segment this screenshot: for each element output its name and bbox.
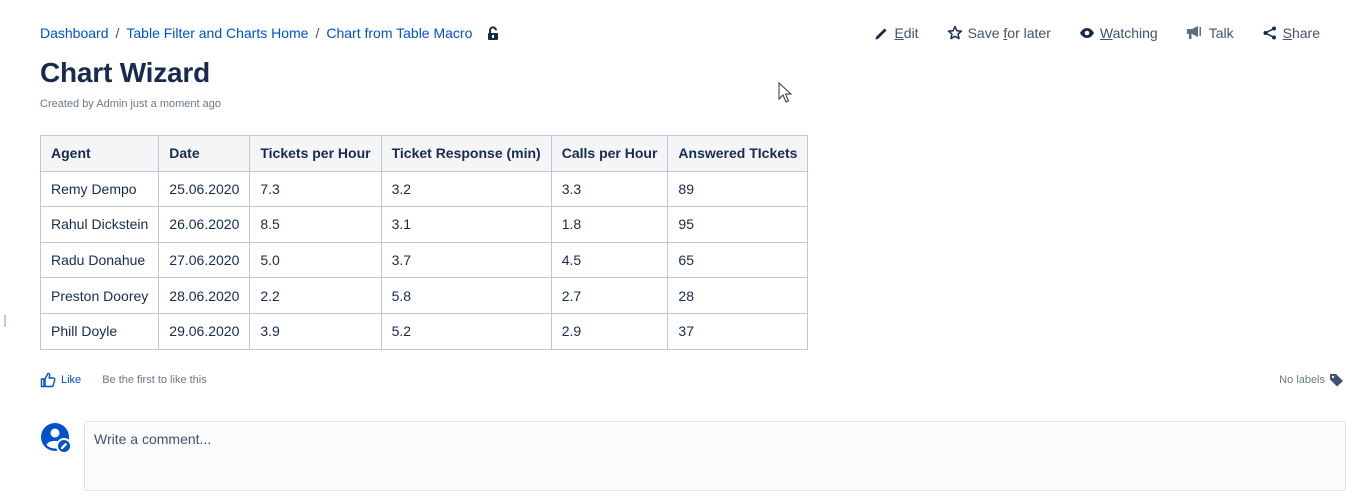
save-for-later-button[interactable]: Save for later bbox=[947, 25, 1051, 41]
breadcrumb-dashboard[interactable]: Dashboard bbox=[40, 25, 109, 41]
share-icon bbox=[1263, 26, 1276, 40]
watching-label: Watching bbox=[1099, 25, 1158, 41]
save-for-later-label: Save for later bbox=[967, 25, 1051, 41]
table-row: Phill Doyle 29.06.2020 3.9 5.2 2.9 37 bbox=[39, 312, 809, 350]
eye-icon bbox=[1079, 28, 1094, 38]
column-header[interactable]: Calls per Hour bbox=[550, 135, 669, 172]
table-cell: 4.5 bbox=[550, 241, 669, 279]
page-byline: Created by Admin just a moment ago bbox=[40, 98, 221, 110]
table-cell: 28 bbox=[667, 277, 809, 314]
talk-button[interactable]: Talk bbox=[1186, 25, 1234, 41]
table-cell: 65 bbox=[667, 241, 809, 279]
table-cell: 95 bbox=[667, 206, 809, 243]
star-icon bbox=[947, 25, 962, 40]
table-row: Radu Donahue 27.06.2020 5.0 3.7 4.5 65 bbox=[39, 241, 809, 279]
data-table: Agent Date Tickets per Hour Ticket Respo… bbox=[39, 135, 809, 350]
table-cell: 37 bbox=[667, 312, 809, 350]
column-header[interactable]: Agent bbox=[39, 135, 160, 172]
column-header[interactable]: Tickets per Hour bbox=[249, 135, 382, 172]
table-cell: 8.5 bbox=[249, 206, 382, 243]
mouse-cursor-icon bbox=[778, 82, 793, 103]
table-cell: 2.2 bbox=[249, 277, 382, 314]
table-cell: 26.06.2020 bbox=[158, 206, 251, 243]
table-cell: 89 bbox=[667, 170, 809, 208]
share-button[interactable]: Share bbox=[1262, 25, 1320, 41]
column-header[interactable]: Ticket Response (min) bbox=[380, 135, 552, 172]
like-button[interactable]: Like bbox=[40, 372, 81, 388]
table-cell: 28.06.2020 bbox=[158, 277, 251, 314]
labels-area[interactable]: No labels bbox=[1279, 373, 1344, 387]
table-cell: Radu Donahue bbox=[39, 241, 160, 279]
pencil-icon bbox=[875, 28, 887, 39]
column-header[interactable]: Date bbox=[158, 135, 251, 172]
table-cell: 3.2 bbox=[380, 170, 552, 208]
tag-icon bbox=[1330, 374, 1343, 387]
resize-handle[interactable] bbox=[4, 315, 6, 327]
table-cell: Remy Dempo bbox=[39, 170, 160, 208]
table-cell: 7.3 bbox=[249, 170, 382, 208]
table-row: Rahul Dickstein 26.06.2020 8.5 3.1 1.8 9… bbox=[39, 206, 809, 243]
unlock-icon[interactable] bbox=[486, 25, 500, 41]
table-cell: 2.7 bbox=[550, 277, 669, 314]
edit-button[interactable]: Edit bbox=[874, 25, 919, 41]
table-cell: 3.7 bbox=[380, 241, 552, 279]
user-avatar-icon bbox=[41, 423, 72, 454]
table-header-row: Agent Date Tickets per Hour Ticket Respo… bbox=[39, 135, 809, 172]
column-header[interactable]: Answered TIckets bbox=[667, 135, 809, 172]
share-label: Share bbox=[1282, 25, 1320, 41]
table-cell: 3.1 bbox=[380, 206, 552, 243]
table-cell: 25.06.2020 bbox=[158, 170, 251, 208]
table-cell: 5.0 bbox=[249, 241, 382, 279]
table-cell: 1.8 bbox=[550, 206, 669, 243]
table-cell: 5.2 bbox=[380, 312, 552, 350]
thumbs-up-icon bbox=[40, 372, 56, 388]
watching-button[interactable]: Watching bbox=[1079, 25, 1158, 41]
table-cell: 29.06.2020 bbox=[158, 312, 251, 350]
talk-label: Talk bbox=[1208, 25, 1234, 41]
megaphone-icon bbox=[1186, 26, 1201, 39]
table-cell: Preston Doorey bbox=[39, 277, 160, 314]
table-cell: 5.8 bbox=[380, 277, 552, 314]
breadcrumb-table-filter-home[interactable]: Table Filter and Charts Home bbox=[126, 25, 308, 41]
table-cell: Phill Doyle bbox=[39, 312, 160, 350]
table-row: Preston Doorey 28.06.2020 2.2 5.8 2.7 28 bbox=[39, 277, 809, 314]
page-actions: Edit Save for later Watching Talk Share bbox=[874, 25, 1320, 41]
labels-text: No labels bbox=[1279, 374, 1325, 386]
table-cell: Rahul Dickstein bbox=[39, 206, 160, 243]
breadcrumb-separator: / bbox=[315, 25, 320, 41]
table-cell: 2.9 bbox=[550, 312, 669, 350]
page-footer: Like Be the first to like this No labels bbox=[40, 371, 1346, 389]
comment-input[interactable]: Write a comment... bbox=[84, 421, 1346, 491]
table-cell: 3.3 bbox=[550, 170, 669, 208]
table-cell: 27.06.2020 bbox=[158, 241, 251, 279]
breadcrumb: Dashboard / Table Filter and Charts Home… bbox=[40, 25, 500, 41]
table-cell: 3.9 bbox=[249, 312, 382, 350]
table-row: Remy Dempo 25.06.2020 7.3 3.2 3.3 89 bbox=[39, 170, 809, 208]
edit-label: Edit bbox=[894, 25, 919, 41]
page-title: Chart Wizard bbox=[40, 57, 211, 88]
like-label: Like bbox=[61, 374, 82, 386]
comment-placeholder: Write a comment... bbox=[94, 431, 212, 447]
like-summary: Be the first to like this bbox=[102, 374, 207, 386]
page-header-bar: Dashboard / Table Filter and Charts Home… bbox=[40, 22, 1320, 44]
breadcrumb-separator: / bbox=[115, 25, 120, 41]
breadcrumb-chart-from-table[interactable]: Chart from Table Macro bbox=[326, 25, 472, 41]
